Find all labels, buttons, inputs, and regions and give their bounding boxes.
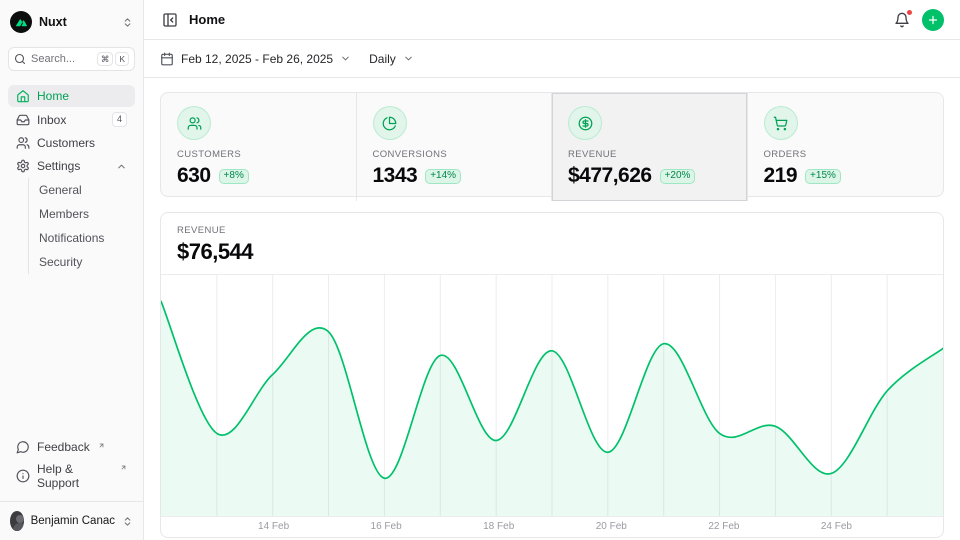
sidebar-item-feedback[interactable]: Feedback (8, 436, 135, 458)
chart-header: REVENUE $76,544 (161, 213, 943, 274)
sidebar-item-label: Home (37, 89, 69, 103)
chevrons-up-down-icon (122, 17, 133, 28)
panel-left-close-icon (162, 12, 178, 28)
stat-card-orders[interactable]: ORDERS 219 +15% (748, 93, 944, 201)
settings-sub-list: General Members Notifications Security (28, 178, 135, 274)
stat-value: 219 (764, 164, 798, 188)
date-range-value: Feb 12, 2025 - Feb 26, 2025 (181, 52, 333, 66)
sidebar-item-inbox[interactable]: Inbox 4 (8, 108, 135, 131)
chart-label: REVENUE (177, 225, 927, 236)
stat-value: 1343 (373, 164, 418, 188)
cart-icon (764, 106, 798, 140)
granularity-select[interactable]: Daily (369, 52, 414, 66)
user-name: Benjamin Canac (31, 515, 115, 527)
chevron-down-icon (403, 53, 414, 64)
notification-dot (906, 9, 913, 16)
stat-delta-badge: +20% (660, 169, 696, 184)
topbar-actions (892, 9, 944, 31)
stats-row: CUSTOMERS 630 +8% CONVERSIONS 1343 +14% (160, 92, 944, 197)
dollar-circle-icon (568, 106, 602, 140)
sidebar-item-notifications[interactable]: Notifications (29, 226, 135, 250)
topbar: Home (144, 0, 960, 40)
area-chart-svg (161, 275, 943, 516)
chevrons-up-down-icon (122, 516, 133, 527)
home-icon (16, 89, 30, 103)
sidebar-item-label: Customers (37, 136, 95, 150)
kbd-k: K (115, 52, 129, 67)
notifications-button[interactable] (892, 10, 912, 30)
users-icon (16, 136, 30, 150)
sidebar-item-home[interactable]: Home (8, 85, 135, 107)
sidebar-nav: Home Inbox 4 Customers Settings Ge (8, 85, 135, 274)
external-link-icon (120, 464, 127, 471)
date-range-picker[interactable]: Feb 12, 2025 - Feb 26, 2025 (160, 52, 351, 66)
plus-icon (927, 14, 939, 26)
chevron-up-icon (116, 161, 127, 172)
user-avatar (10, 511, 24, 531)
workspace-name: Nuxt (39, 15, 67, 29)
page-content: CUSTOMERS 630 +8% CONVERSIONS 1343 +14% (144, 78, 960, 540)
x-tick-label: 18 Feb (483, 521, 514, 532)
x-tick-label: 16 Feb (371, 521, 402, 532)
sidebar-spacer (8, 274, 135, 436)
add-button[interactable] (922, 9, 944, 31)
sidebar-item-customers[interactable]: Customers (8, 132, 135, 154)
user-menu[interactable]: Benjamin Canac (0, 501, 143, 534)
sidebar-item-settings[interactable]: Settings (8, 155, 135, 177)
granularity-value: Daily (369, 52, 396, 66)
stat-value: 630 (177, 164, 211, 188)
users-icon (177, 106, 211, 140)
chevron-down-icon (340, 53, 351, 64)
sidebar-item-label: Help & Support (37, 462, 112, 490)
search-input[interactable]: Search... ⌘ K (8, 47, 135, 71)
stat-value: $477,626 (568, 164, 652, 188)
sidebar-item-label: Inbox (37, 113, 66, 127)
x-tick-label: 14 Feb (258, 521, 289, 532)
sidebar-item-members[interactable]: Members (29, 202, 135, 226)
x-tick-label: 22 Feb (708, 521, 739, 532)
kbd-cmd: ⌘ (97, 52, 114, 67)
chat-bubble-icon (16, 440, 30, 454)
sidebar: Nuxt Search... ⌘ K Home Inbox 4 (0, 0, 144, 540)
stat-label: REVENUE (568, 149, 731, 160)
nuxt-logo-icon (10, 11, 32, 33)
x-tick-label: 24 Feb (821, 521, 852, 532)
stat-delta-badge: +8% (219, 169, 249, 184)
chart-pie-icon (373, 106, 407, 140)
search-icon (14, 53, 26, 65)
stat-label: ORDERS (764, 149, 928, 160)
stat-label: CONVERSIONS (373, 149, 536, 160)
sidebar-item-security[interactable]: Security (29, 250, 135, 274)
revenue-chart-card: REVENUE $76,544 14 Feb 16 Feb 18 Feb 20 Feb… (160, 212, 944, 538)
calendar-icon (160, 52, 174, 66)
stat-delta-badge: +14% (425, 169, 461, 184)
chart-total-value: $76,544 (177, 239, 927, 265)
inbox-icon (16, 113, 30, 127)
stat-card-conversions[interactable]: CONVERSIONS 1343 +14% (357, 93, 553, 201)
inbox-count-badge: 4 (112, 112, 127, 127)
workspace-switcher[interactable]: Nuxt (8, 9, 135, 35)
revenue-area-chart[interactable] (161, 274, 943, 516)
stat-label: CUSTOMERS (177, 149, 340, 160)
stat-card-revenue[interactable]: REVENUE $477,626 +20% (552, 93, 748, 201)
search-placeholder: Search... (31, 53, 75, 65)
sidebar-item-label: Feedback (37, 440, 90, 454)
sidebar-item-help-support[interactable]: Help & Support (8, 458, 135, 494)
sidebar-toggle-button[interactable] (160, 10, 180, 30)
info-icon (16, 469, 30, 483)
gear-icon (16, 159, 30, 173)
sidebar-item-label: Settings (37, 159, 80, 173)
search-shortcut: ⌘ K (97, 52, 129, 67)
stat-card-customers[interactable]: CUSTOMERS 630 +8% (161, 93, 357, 201)
stat-delta-badge: +15% (805, 169, 841, 184)
main-area: Home Feb 12, 2025 - Feb 26, 2025 Daily (144, 0, 960, 540)
filters-toolbar: Feb 12, 2025 - Feb 26, 2025 Daily (144, 40, 960, 78)
x-tick-label: 20 Feb (596, 521, 627, 532)
chart-x-axis: 14 Feb 16 Feb 18 Feb 20 Feb 22 Feb 24 Feb (161, 516, 943, 536)
sidebar-item-general[interactable]: General (29, 178, 135, 202)
external-link-icon (98, 442, 105, 449)
page-title: Home (189, 12, 225, 27)
